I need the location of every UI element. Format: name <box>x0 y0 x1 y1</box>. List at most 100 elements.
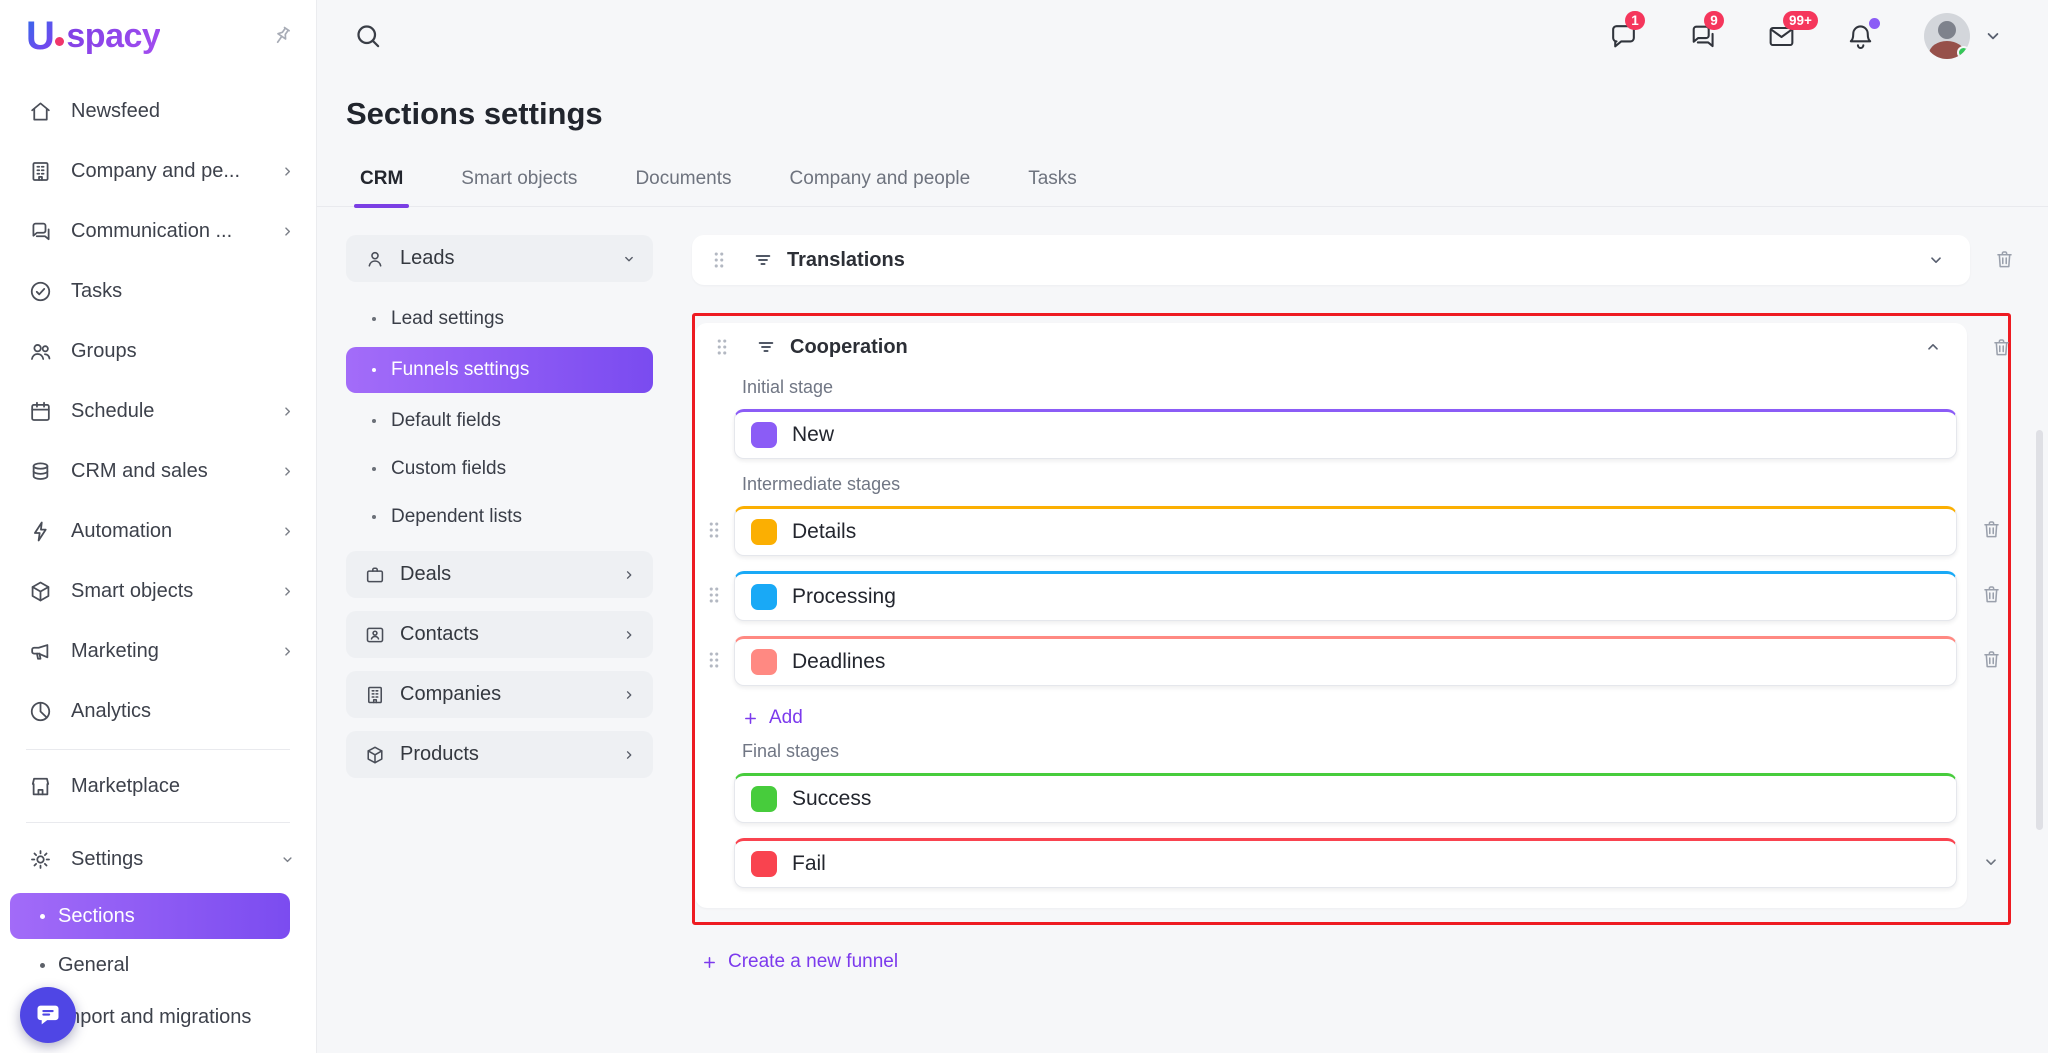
chevron-right-icon <box>621 747 637 763</box>
highlight-rectangle: Cooperation Initial stage New <box>692 313 2011 925</box>
sidebar-item-label: Import and migrations <box>58 1006 251 1029</box>
sidebar-item-sections[interactable]: Sections <box>10 893 290 939</box>
trash-icon[interactable] <box>1990 336 2013 359</box>
crm-nav-products[interactable]: Products <box>346 731 653 778</box>
sidebar-item-settings[interactable]: Settings <box>0 831 316 887</box>
sidebar-item-newsfeed[interactable]: Newsfeed <box>0 81 316 141</box>
funnel-name: Translations <box>787 249 905 272</box>
sidebar-item-schedule[interactable]: Schedule <box>0 381 316 441</box>
tab-documents[interactable]: Documents <box>629 158 737 206</box>
profile-menu[interactable] <box>1924 13 2004 59</box>
logo-row: U spacy <box>0 0 316 72</box>
sidebar-item-tasks[interactable]: Tasks <box>0 261 316 321</box>
tab-smart-objects[interactable]: Smart objects <box>455 158 583 206</box>
sidebar-divider <box>26 822 290 823</box>
stage-input[interactable]: Details <box>734 506 1957 556</box>
sidebar-item-marketplace[interactable]: Marketplace <box>0 758 316 814</box>
nav-label: Dependent lists <box>391 506 522 528</box>
stage-name: Deadlines <box>792 650 885 674</box>
sidebar-item-analytics[interactable]: Analytics <box>0 681 316 741</box>
sidebar-item-label: Automation <box>71 520 172 543</box>
chevron-down-icon <box>279 851 296 868</box>
stage-color-swatch[interactable] <box>751 519 777 545</box>
box-icon <box>364 744 386 766</box>
drag-handle-icon[interactable] <box>703 584 725 606</box>
comments-badge: 1 <box>1625 11 1645 31</box>
funnel-card-header[interactable]: Cooperation <box>695 323 1967 371</box>
stage-color-swatch[interactable] <box>751 649 777 675</box>
stage-input[interactable]: Processing <box>734 571 1957 621</box>
sidebar-item-smart-objects[interactable]: Smart objects <box>0 561 316 621</box>
lightning-icon <box>28 519 53 544</box>
add-stage-button[interactable]: Add <box>742 707 803 729</box>
trash-icon[interactable] <box>1980 648 2003 671</box>
support-chat-button[interactable] <box>20 987 76 1043</box>
comments-button[interactable]: 1 <box>1608 21 1639 52</box>
trash-icon[interactable] <box>1993 248 2016 271</box>
stage-color-swatch[interactable] <box>751 786 777 812</box>
chevron-down-icon[interactable] <box>1981 852 2001 872</box>
stage-color-swatch[interactable] <box>751 584 777 610</box>
crm-nav-dependent-lists[interactable]: Dependent lists <box>346 493 653 541</box>
pin-sidebar-button[interactable] <box>270 24 294 48</box>
crm-nav-funnels-settings[interactable]: Funnels settings <box>346 347 653 393</box>
trash-icon[interactable] <box>1980 583 2003 606</box>
tab-tasks[interactable]: Tasks <box>1022 158 1083 206</box>
app-logo[interactable]: U spacy <box>26 14 160 59</box>
chats-button[interactable]: 9 <box>1687 21 1718 52</box>
sidebar-item-crm-and-sales[interactable]: CRM and sales <box>0 441 316 501</box>
sidebar-item-marketing[interactable]: Marketing <box>0 621 316 681</box>
crm-nav-default-fields[interactable]: Default fields <box>346 397 653 445</box>
drag-handle-icon[interactable] <box>708 249 730 271</box>
drag-handle-icon[interactable] <box>711 336 733 358</box>
tab-crm[interactable]: CRM <box>354 158 409 206</box>
create-funnel-button[interactable]: Create a new funnel <box>701 951 898 973</box>
online-status-dot <box>1957 46 1970 59</box>
sidebar-item-company-and-people[interactable]: Company and pe... <box>0 141 316 201</box>
drag-handle-icon[interactable] <box>703 649 725 671</box>
trash-icon[interactable] <box>1980 518 2003 541</box>
stage-row: New <box>734 409 1957 459</box>
crm-nav-custom-fields[interactable]: Custom fields <box>346 445 653 493</box>
stage-input[interactable]: Success <box>734 773 1957 823</box>
chevron-down-icon <box>621 251 637 267</box>
sidebar-item-groups[interactable]: Groups <box>0 321 316 381</box>
topbar-actions: 1 9 99+ <box>1608 13 2004 59</box>
nav-label: Lead settings <box>391 308 504 330</box>
chevron-right-icon <box>279 583 296 600</box>
sidebar-divider <box>26 749 290 750</box>
crm-nav-leads[interactable]: Leads <box>346 235 653 282</box>
notifications-button[interactable] <box>1845 21 1876 52</box>
sidebar-item-automation[interactable]: Automation <box>0 501 316 561</box>
crm-nav-companies[interactable]: Companies <box>346 671 653 718</box>
funnel-name: Cooperation <box>790 336 908 359</box>
stage-input[interactable]: New <box>734 409 1957 459</box>
nav-label: Companies <box>400 683 501 706</box>
mail-button[interactable]: 99+ <box>1766 21 1797 52</box>
avatar[interactable] <box>1924 13 1970 59</box>
crm-nav-deals[interactable]: Deals <box>346 551 653 598</box>
nav-label: Leads <box>400 247 455 270</box>
plus-icon <box>742 710 759 727</box>
stage-color-swatch[interactable] <box>751 851 777 877</box>
search-button[interactable] <box>353 21 383 51</box>
expand-chevron-down-icon[interactable] <box>1926 250 1946 270</box>
sidebar: U spacy Newsfeed Company and pe... Commu… <box>0 0 317 1053</box>
page-title: Sections settings <box>346 96 1970 132</box>
stage-row: Fail <box>734 838 1957 888</box>
scrollbar-thumb[interactable] <box>2036 430 2043 830</box>
stage-input[interactable]: Fail <box>734 838 1957 888</box>
search-icon <box>353 21 383 51</box>
tab-company-and-people[interactable]: Company and people <box>784 158 977 206</box>
drag-handle-icon[interactable] <box>703 519 725 541</box>
collapse-chevron-up-icon[interactable] <box>1923 337 1943 357</box>
section-label: Final stages <box>742 741 1967 762</box>
sidebar-item-communication[interactable]: Communication ... <box>0 201 316 261</box>
crm-nav-contacts[interactable]: Contacts <box>346 611 653 658</box>
stage-color-swatch[interactable] <box>751 422 777 448</box>
funnel-card-translations[interactable]: Translations <box>692 235 1970 285</box>
sidebar-item-general[interactable]: General <box>0 939 316 991</box>
building-icon <box>364 684 386 706</box>
stage-input[interactable]: Deadlines <box>734 636 1957 686</box>
crm-nav-lead-settings[interactable]: Lead settings <box>346 295 653 343</box>
